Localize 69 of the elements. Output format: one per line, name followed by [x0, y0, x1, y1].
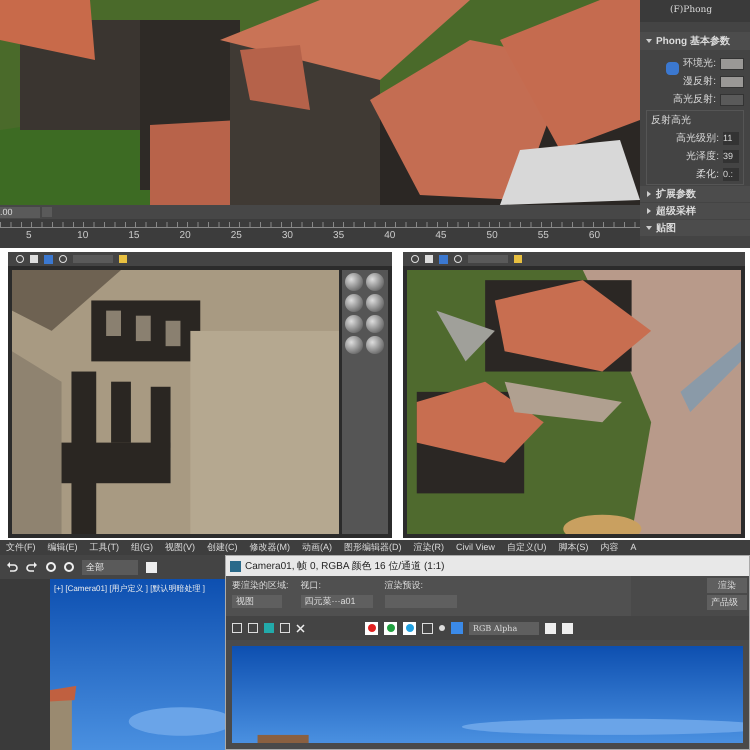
- channel-toggle[interactable]: [384, 622, 397, 634]
- color-swatch[interactable]: [451, 622, 463, 634]
- group-label: 反射高光: [651, 114, 692, 128]
- display-dropdown[interactable]: RGB Alpha: [469, 622, 539, 634]
- field-label: 视口:: [300, 579, 322, 592]
- color-swatch[interactable]: [720, 94, 744, 106]
- frame-number: 10: [77, 229, 90, 243]
- color-label: 环境光:: [683, 56, 716, 71]
- area-dropdown[interactable]: 视图: [232, 594, 282, 608]
- rollout-header[interactable]: 扩展参数: [640, 186, 750, 202]
- menu-item[interactable]: 编辑(E): [48, 540, 78, 554]
- menu-item[interactable]: 自定义(U): [506, 540, 546, 554]
- frame-number: 40: [384, 229, 396, 243]
- frame-number: 15: [128, 229, 140, 243]
- frame-number: 50: [486, 229, 499, 243]
- color-swatch[interactable]: [720, 58, 744, 70]
- frame-number: 5: [26, 229, 33, 243]
- rollout-header[interactable]: 超级采样: [640, 203, 750, 219]
- viewport-dropdown[interactable]: 四元菜⋯a01: [300, 594, 373, 608]
- number-field[interactable]: 11: [723, 132, 739, 146]
- menu-item[interactable]: A: [630, 540, 636, 554]
- render-button[interactable]: 渲染: [707, 578, 747, 593]
- frame-number: 20: [180, 229, 192, 243]
- number-field[interactable]: 0.:: [723, 168, 739, 182]
- menu-item[interactable]: 组(G): [131, 540, 153, 554]
- window-title: Camera01, 帧 0, RGBA 颜色 16 位/通道 (1:1): [245, 560, 445, 574]
- menu-item[interactable]: 动画(A): [302, 540, 332, 554]
- selection-filter[interactable]: 全部: [82, 560, 138, 574]
- color-swatch[interactable]: [720, 76, 744, 88]
- expand-down-icon: [646, 225, 652, 231]
- color-label: 高光反射:: [673, 92, 716, 107]
- frame-number: 60: [588, 229, 602, 243]
- color-label: 漫反射:: [683, 74, 716, 89]
- frame-number: 55: [538, 229, 550, 243]
- frame-number: 30: [282, 229, 294, 243]
- shader-name: (F)Phong: [670, 4, 712, 18]
- expand-down-icon: [646, 38, 652, 44]
- menu-item[interactable]: 文件(F): [6, 540, 36, 554]
- frame-number: 35: [333, 229, 346, 243]
- field-label: 柔化:: [696, 168, 719, 182]
- quality-dropdown[interactable]: 产品级: [707, 595, 747, 610]
- channel-toggle[interactable]: [365, 622, 378, 634]
- undo-icon[interactable]: [6, 561, 18, 573]
- menu-item[interactable]: 工具(T): [90, 540, 119, 554]
- redo-icon[interactable]: [26, 561, 38, 573]
- field-label: 高光级别:: [676, 132, 719, 146]
- frame-number: 45: [435, 229, 448, 243]
- rollout-header[interactable]: Phong 基本参数: [640, 32, 750, 50]
- close-icon[interactable]: [296, 624, 305, 632]
- menu-item[interactable]: 渲染(R): [414, 540, 444, 554]
- viewport-label: [+] [Camera01] [用户定义 ] [默认明暗处理 ]: [54, 583, 205, 595]
- channel-toggle[interactable]: [403, 622, 416, 634]
- menu-item[interactable]: 创建(C): [207, 540, 238, 554]
- menu-item[interactable]: 图形编辑器(D): [344, 540, 402, 554]
- menu-item[interactable]: 视图(V): [165, 540, 195, 554]
- app-icon: [230, 560, 241, 572]
- menu-item[interactable]: 脚本(S): [558, 540, 588, 554]
- field-label: 渲染预设:: [384, 579, 424, 592]
- menu-item[interactable]: Civil View: [456, 540, 495, 554]
- expand-right-icon: [646, 208, 652, 214]
- frame-number: 25: [230, 229, 243, 243]
- frame-field[interactable]: .00: [0, 206, 40, 218]
- field-label: 要渲染的区域:: [232, 579, 289, 592]
- field-label: 光泽度:: [686, 150, 719, 164]
- number-field[interactable]: 39: [723, 150, 739, 164]
- menu-item[interactable]: 内容: [600, 540, 618, 554]
- expand-right-icon: [646, 191, 652, 197]
- rollout-header[interactable]: 贴图: [640, 220, 750, 236]
- menu-item[interactable]: 修改器(M): [250, 540, 290, 554]
